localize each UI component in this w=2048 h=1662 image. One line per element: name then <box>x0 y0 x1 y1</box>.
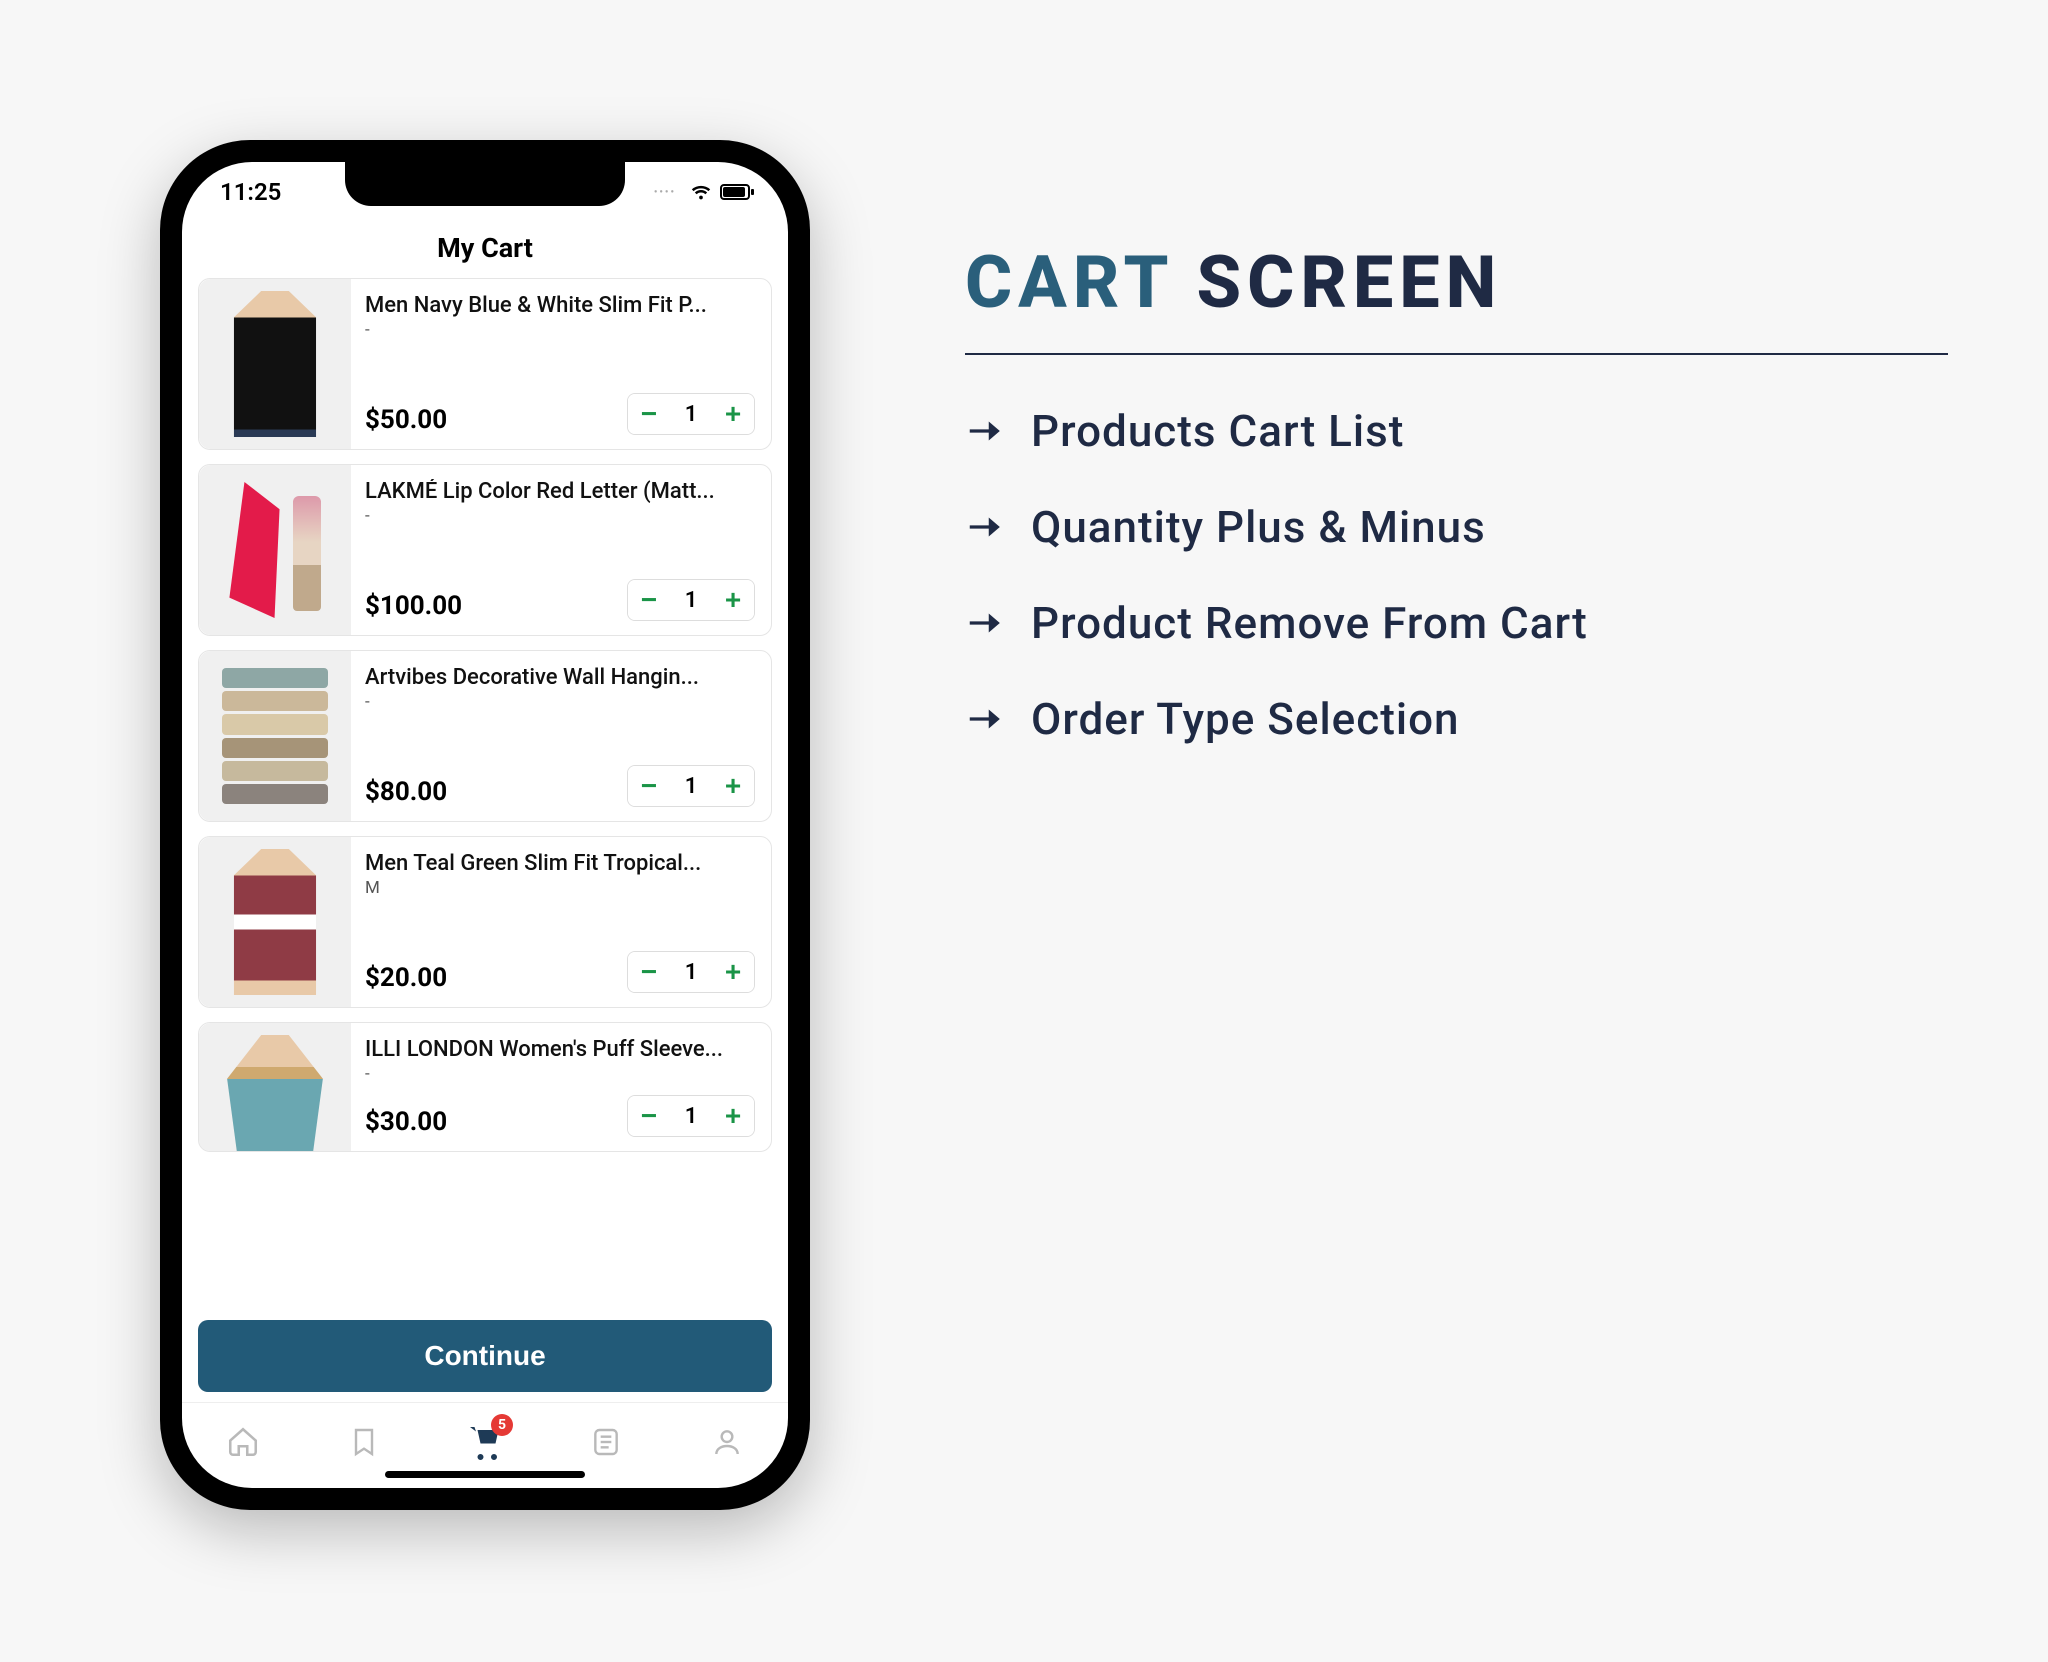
cart-item: Artvibes Decorative Wall Hangin... - $80… <box>198 650 772 822</box>
feature-text: Quantity Plus & Minus <box>1031 501 1486 553</box>
product-image[interactable] <box>199 651 351 821</box>
arrow-right-icon <box>965 412 1003 450</box>
cart-item: Men Navy Blue & White Slim Fit P... - $5… <box>198 278 772 450</box>
title-rule <box>965 353 1948 355</box>
battery-icon <box>720 184 750 200</box>
continue-button[interactable]: Continue <box>198 1320 772 1392</box>
description-panel: CART SCREEN Products Cart List Quantity … <box>965 240 1948 789</box>
feature-text: Products Cart List <box>1031 405 1404 457</box>
qty-value: 1 <box>670 960 712 985</box>
qty-minus-button[interactable]: − <box>628 579 670 621</box>
qty-plus-button[interactable]: + <box>712 951 754 993</box>
product-variant: - <box>365 506 755 526</box>
home-indicator <box>385 1471 585 1478</box>
tab-profile[interactable] <box>703 1418 751 1466</box>
quantity-stepper: − 1 + <box>627 579 755 621</box>
quantity-stepper: − 1 + <box>627 765 755 807</box>
qty-value: 1 <box>670 588 712 613</box>
feature-list: Products Cart List Quantity Plus & Minus… <box>965 405 1948 745</box>
page-title: My Cart <box>182 222 788 278</box>
quantity-stepper: − 1 + <box>627 951 755 993</box>
user-icon <box>711 1426 743 1458</box>
feature-item: Quantity Plus & Minus <box>965 501 1948 553</box>
product-image[interactable] <box>199 1023 351 1152</box>
qty-plus-button[interactable]: + <box>712 579 754 621</box>
list-icon <box>590 1426 622 1458</box>
cart-item: LAKMÉ Lip Color Red Letter (Matt... - $1… <box>198 464 772 636</box>
product-name: Men Navy Blue & White Slim Fit P... <box>365 293 755 318</box>
qty-plus-button[interactable]: + <box>712 765 754 807</box>
cart-item-body: LAKMÉ Lip Color Red Letter (Matt... - $1… <box>351 465 771 635</box>
product-image[interactable] <box>199 279 351 449</box>
cart-list[interactable]: Men Navy Blue & White Slim Fit P... - $5… <box>182 278 788 1318</box>
title-accent: CART <box>965 240 1173 325</box>
qty-value: 1 <box>670 402 712 427</box>
phone-notch <box>345 162 625 206</box>
phone-screen: 11:25 •••• My Cart Men Navy Blue & White… <box>182 162 788 1488</box>
title-rest: SCREEN <box>1196 240 1502 325</box>
qty-plus-button[interactable]: + <box>712 1095 754 1137</box>
product-name: LAKMÉ Lip Color Red Letter (Matt... <box>365 479 755 504</box>
cellular-dots-icon: •••• <box>654 187 676 198</box>
qty-value: 1 <box>670 774 712 799</box>
product-price: $50.00 <box>365 405 447 435</box>
product-image[interactable] <box>199 465 351 635</box>
feature-text: Product Remove From Cart <box>1031 597 1588 649</box>
product-variant: M <box>365 878 755 898</box>
status-right: •••• <box>654 181 750 203</box>
qty-plus-button[interactable]: + <box>712 393 754 435</box>
cart-item-body: Artvibes Decorative Wall Hangin... - $80… <box>351 651 771 821</box>
qty-minus-button[interactable]: − <box>628 951 670 993</box>
wifi-icon <box>690 181 712 203</box>
product-price: $80.00 <box>365 777 447 807</box>
description-title: CART SCREEN <box>965 240 1948 325</box>
cart-item-body: Men Navy Blue & White Slim Fit P... - $5… <box>351 279 771 449</box>
product-name: Men Teal Green Slim Fit Tropical... <box>365 851 755 876</box>
cart-badge: 5 <box>491 1414 513 1436</box>
qty-value: 1 <box>670 1104 712 1129</box>
tab-saved[interactable] <box>340 1418 388 1466</box>
feature-item: Product Remove From Cart <box>965 597 1948 649</box>
stage: 11:25 •••• My Cart Men Navy Blue & White… <box>0 0 2048 1662</box>
cart-item: ILLI LONDON Women's Puff Sleeve... - $30… <box>198 1022 772 1152</box>
product-price: $20.00 <box>365 963 447 993</box>
screen-content: My Cart Men Navy Blue & White Slim Fit P… <box>182 222 788 1488</box>
feature-item: Order Type Selection <box>965 693 1948 745</box>
product-variant: - <box>365 320 755 340</box>
status-time: 11:25 <box>220 178 281 206</box>
phone-frame: 11:25 •••• My Cart Men Navy Blue & White… <box>160 140 810 1510</box>
product-variant: - <box>365 692 755 712</box>
product-name: ILLI LONDON Women's Puff Sleeve... <box>365 1037 755 1062</box>
bookmark-icon <box>348 1426 380 1458</box>
qty-minus-button[interactable]: − <box>628 1095 670 1137</box>
product-variant: - <box>365 1064 755 1084</box>
product-price: $30.00 <box>365 1107 447 1137</box>
feature-text: Order Type Selection <box>1031 693 1460 745</box>
cart-item: Men Teal Green Slim Fit Tropical... M $2… <box>198 836 772 1008</box>
quantity-stepper: − 1 + <box>627 1095 755 1137</box>
tab-home[interactable] <box>219 1418 267 1466</box>
arrow-right-icon <box>965 508 1003 546</box>
arrow-right-icon <box>965 700 1003 738</box>
tab-cart[interactable]: 5 <box>461 1418 509 1466</box>
product-price: $100.00 <box>365 591 462 621</box>
home-icon <box>226 1425 260 1459</box>
product-name: Artvibes Decorative Wall Hangin... <box>365 665 755 690</box>
arrow-right-icon <box>965 604 1003 642</box>
quantity-stepper: − 1 + <box>627 393 755 435</box>
feature-item: Products Cart List <box>965 405 1948 457</box>
qty-minus-button[interactable]: − <box>628 765 670 807</box>
cart-item-body: Men Teal Green Slim Fit Tropical... M $2… <box>351 837 771 1007</box>
tab-orders[interactable] <box>582 1418 630 1466</box>
qty-minus-button[interactable]: − <box>628 393 670 435</box>
product-image[interactable] <box>199 837 351 1007</box>
cart-item-body: ILLI LONDON Women's Puff Sleeve... - $30… <box>351 1023 771 1151</box>
